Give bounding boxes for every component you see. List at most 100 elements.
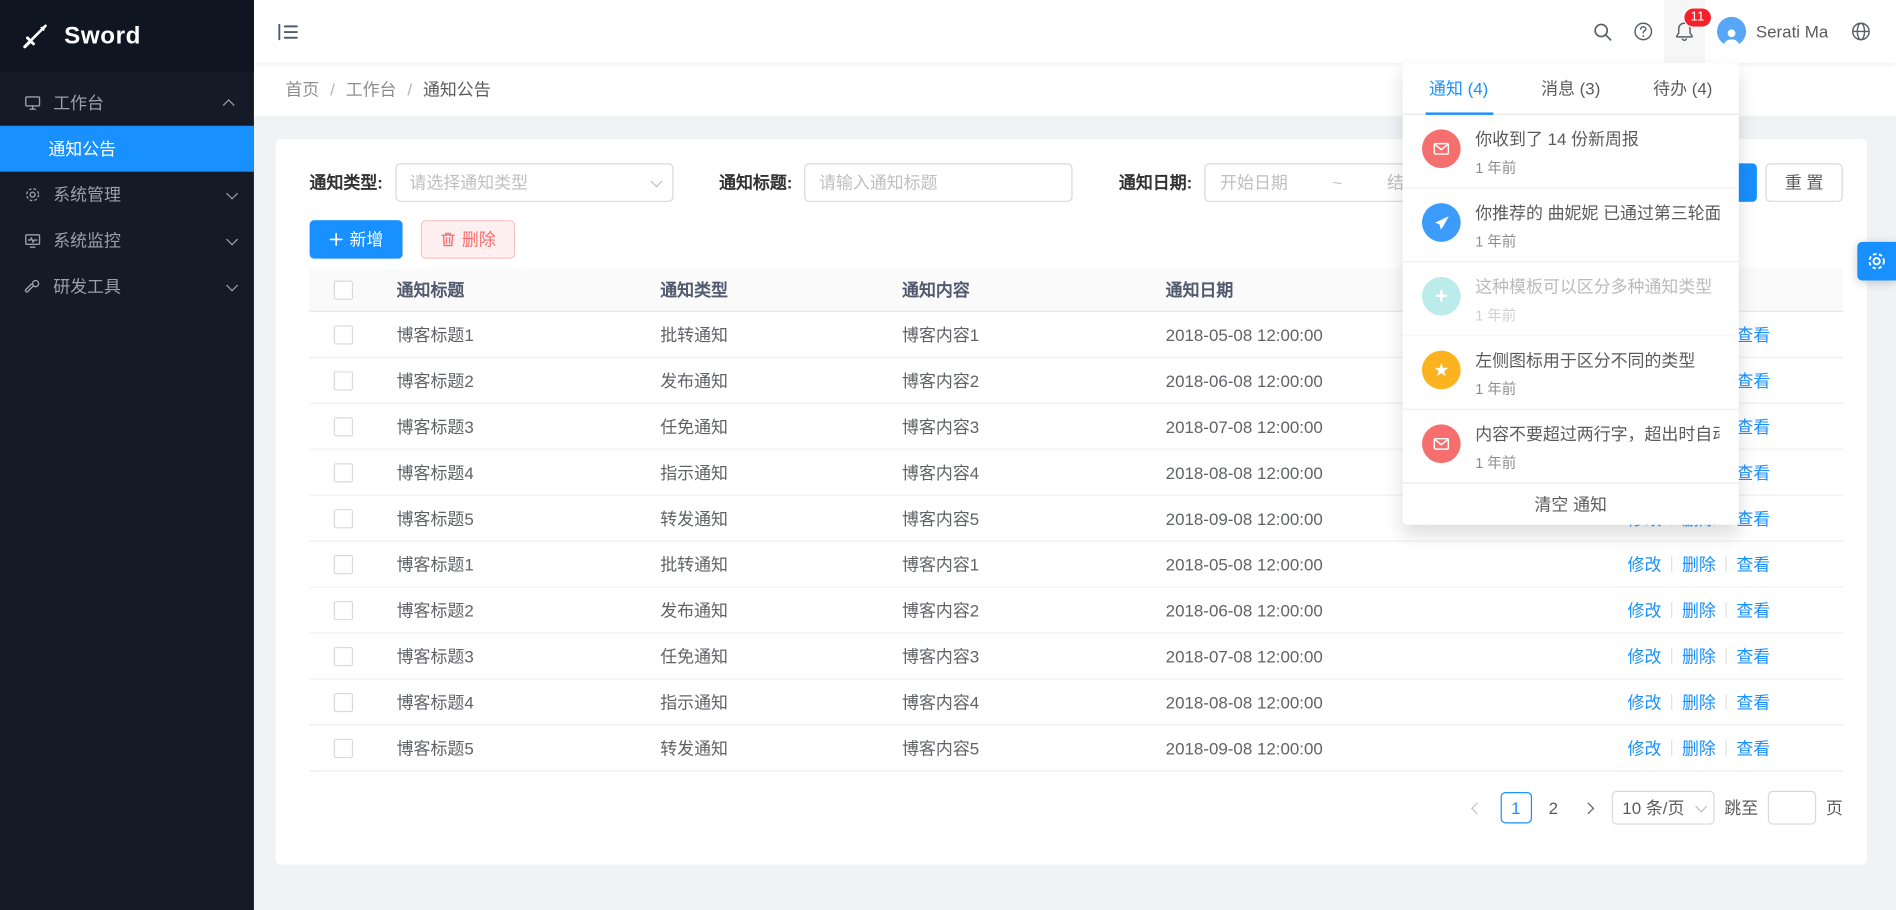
search-icon[interactable] xyxy=(1582,0,1623,63)
view-link[interactable]: 查看 xyxy=(1736,644,1770,668)
jump-page-input[interactable] xyxy=(1768,791,1816,825)
divider xyxy=(1725,602,1726,618)
add-button[interactable]: 新增 xyxy=(310,220,403,259)
row-checkbox[interactable] xyxy=(334,738,353,757)
row-checkbox[interactable] xyxy=(334,692,353,711)
view-link[interactable]: 查看 xyxy=(1736,506,1770,530)
view-link[interactable]: 查看 xyxy=(1736,460,1770,484)
breadcrumb-home[interactable]: 首页 xyxy=(285,77,319,101)
user-menu[interactable]: Serati Ma xyxy=(1705,0,1840,63)
edit-link[interactable]: 修改 xyxy=(1628,552,1662,576)
row-checkbox[interactable] xyxy=(334,600,353,619)
row-checkbox[interactable] xyxy=(334,508,353,527)
notification-item[interactable]: 你收到了 14 份新周报 1 年前 xyxy=(1403,115,1739,189)
notification-item[interactable]: ★ 左侧图标用于区分不同的类型 1 年前 xyxy=(1403,336,1739,410)
row-checkbox[interactable] xyxy=(334,417,353,436)
page-size-select[interactable]: 10 条/页 xyxy=(1611,791,1714,825)
cell-type: 发布通知 xyxy=(641,368,883,392)
row-checkbox[interactable] xyxy=(334,463,353,482)
edit-link[interactable]: 修改 xyxy=(1628,736,1662,760)
sidebar-collapse-icon[interactable] xyxy=(277,0,313,63)
breadcrumb-workbench[interactable]: 工作台 xyxy=(346,77,397,101)
table-row: 博客标题1 批转通知 博客内容1 2018-05-08 12:00:00 修改 … xyxy=(310,542,1843,588)
notification-body: 你收到了 14 份新周报 1 年前 xyxy=(1475,129,1639,177)
cell-title: 博客标题2 xyxy=(377,368,641,392)
delete-button[interactable]: 删除 xyxy=(421,220,515,259)
delete-link[interactable]: 删除 xyxy=(1682,644,1716,668)
clear-notifications-button[interactable]: 清空 通知 xyxy=(1403,484,1739,525)
view-link[interactable]: 查看 xyxy=(1736,736,1770,760)
sword-icon xyxy=(19,21,50,52)
delete-link[interactable]: 删除 xyxy=(1682,690,1716,714)
view-link[interactable]: 查看 xyxy=(1736,690,1770,714)
select-all-checkbox[interactable] xyxy=(334,280,353,299)
chevron-down-icon xyxy=(226,187,238,199)
view-link[interactable]: 查看 xyxy=(1736,598,1770,622)
view-link[interactable]: 查看 xyxy=(1736,414,1770,438)
cell-title: 博客标题1 xyxy=(377,322,641,346)
cell-date: 2018-09-08 12:00:00 xyxy=(1146,508,1410,527)
view-link[interactable]: 查看 xyxy=(1736,552,1770,576)
row-checkbox[interactable] xyxy=(334,325,353,344)
row-checkbox-cell xyxy=(310,371,378,390)
header-checkbox-cell xyxy=(310,280,378,299)
notification-item[interactable]: 内容不要超过两行字，超出时自动截断 1 年前 xyxy=(1403,410,1739,484)
sidebar-item-system-management[interactable]: 系统管理 xyxy=(0,172,254,218)
notification-title: 左侧图标用于区分不同的类型 xyxy=(1475,351,1695,372)
chevron-down-icon xyxy=(650,175,662,187)
delete-link[interactable]: 删除 xyxy=(1682,736,1716,760)
cell-content: 博客内容3 xyxy=(883,414,1147,438)
language-globe-icon[interactable] xyxy=(1840,0,1881,63)
notice-title-input[interactable] xyxy=(819,173,1058,192)
notifications-bell[interactable]: 11 xyxy=(1664,0,1705,63)
filter-type-label: 通知类型: xyxy=(310,170,383,194)
view-link[interactable]: 查看 xyxy=(1736,322,1770,346)
add-button-label: 新增 xyxy=(349,227,383,251)
delete-link[interactable]: 删除 xyxy=(1682,552,1716,576)
row-checkbox[interactable] xyxy=(334,554,353,573)
cell-date: 2018-06-08 12:00:00 xyxy=(1146,371,1410,390)
delete-link[interactable]: 删除 xyxy=(1682,598,1716,622)
app-root: Sword 工作台 通知公告 系统管理 xyxy=(0,0,1896,910)
prev-page-button[interactable] xyxy=(1464,793,1491,822)
page-2-button[interactable]: 2 xyxy=(1541,798,1565,817)
cell-type: 指示通知 xyxy=(641,690,883,714)
row-checkbox[interactable] xyxy=(334,371,353,390)
reset-button[interactable]: 重 置 xyxy=(1766,163,1843,202)
notification-time: 1 年前 xyxy=(1475,378,1695,399)
row-checkbox-cell xyxy=(310,738,378,757)
sidebar-item-notice-active[interactable]: 通知公告 xyxy=(0,126,254,172)
notification-item[interactable]: 你推荐的 曲妮妮 已通过第三轮面试 1 年前 xyxy=(1403,189,1739,263)
tab-todos[interactable]: 待办 (4) xyxy=(1627,63,1739,114)
cell-type: 任免通知 xyxy=(641,414,883,438)
theme-settings-button[interactable] xyxy=(1857,242,1896,281)
sidebar-item-system-monitor[interactable]: 系统监控 xyxy=(0,218,254,264)
app-title: Sword xyxy=(64,22,141,50)
row-checkbox[interactable] xyxy=(334,646,353,665)
tab-notifications[interactable]: 通知 (4) xyxy=(1403,63,1515,114)
help-icon[interactable] xyxy=(1623,0,1664,63)
cell-title: 博客标题3 xyxy=(377,414,641,438)
edit-link[interactable]: 修改 xyxy=(1628,644,1662,668)
next-page-button[interactable] xyxy=(1575,793,1602,822)
edit-link[interactable]: 修改 xyxy=(1628,598,1662,622)
table-row: 博客标题5 转发通知 博客内容5 2018-09-08 12:00:00 修改 … xyxy=(310,726,1843,772)
view-link[interactable]: 查看 xyxy=(1736,368,1770,392)
sidebar-item-dev-tools[interactable]: 研发工具 xyxy=(0,264,254,310)
sidebar-item-workbench[interactable]: 工作台 xyxy=(0,80,254,126)
notification-tabs: 通知 (4) 消息 (3) 待办 (4) xyxy=(1403,63,1739,115)
cell-date: 2018-09-08 12:00:00 xyxy=(1146,738,1410,757)
notification-body: 内容不要超过两行字，超出时自动截断 1 年前 xyxy=(1475,424,1719,472)
page-size-value: 10 条/页 xyxy=(1622,796,1684,820)
top-header: 11 Serati Ma xyxy=(254,0,1896,63)
edit-link[interactable]: 修改 xyxy=(1628,690,1662,714)
page-1-button[interactable]: 1 xyxy=(1500,792,1531,823)
tab-messages[interactable]: 消息 (3) xyxy=(1515,63,1627,114)
header-type: 通知类型 xyxy=(641,278,883,302)
notice-type-select[interactable]: 请选择通知类型 xyxy=(395,163,673,202)
row-checkbox-cell xyxy=(310,646,378,665)
notification-item-read[interactable]: + 这种模板可以区分多种通知类型 1 年前 xyxy=(1403,262,1739,336)
workbench-icon xyxy=(24,94,41,111)
notification-body: 这种模板可以区分多种通知类型 1 年前 xyxy=(1475,277,1712,325)
sidebar: Sword 工作台 通知公告 系统管理 xyxy=(0,0,254,910)
